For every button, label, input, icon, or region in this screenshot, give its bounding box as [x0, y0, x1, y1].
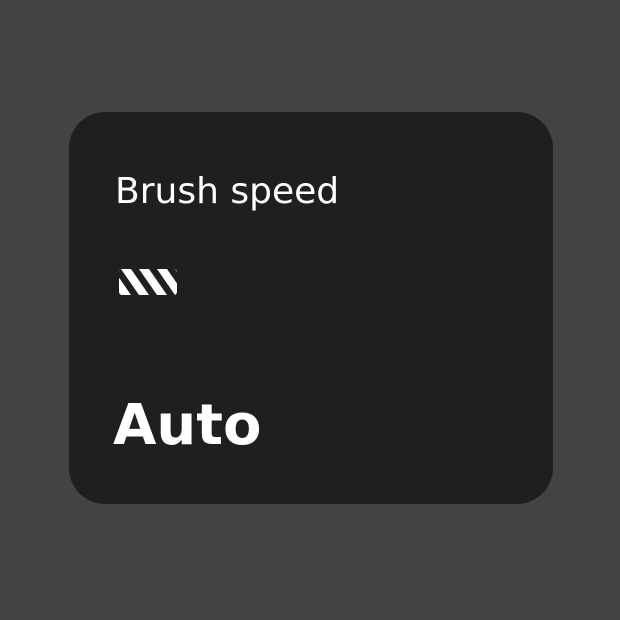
brush-speed-icon	[119, 269, 177, 295]
brush-speed-value: Auto	[113, 393, 262, 458]
brush-speed-card[interactable]: Brush speed Auto	[69, 112, 553, 504]
card-title: Brush speed	[115, 171, 340, 212]
